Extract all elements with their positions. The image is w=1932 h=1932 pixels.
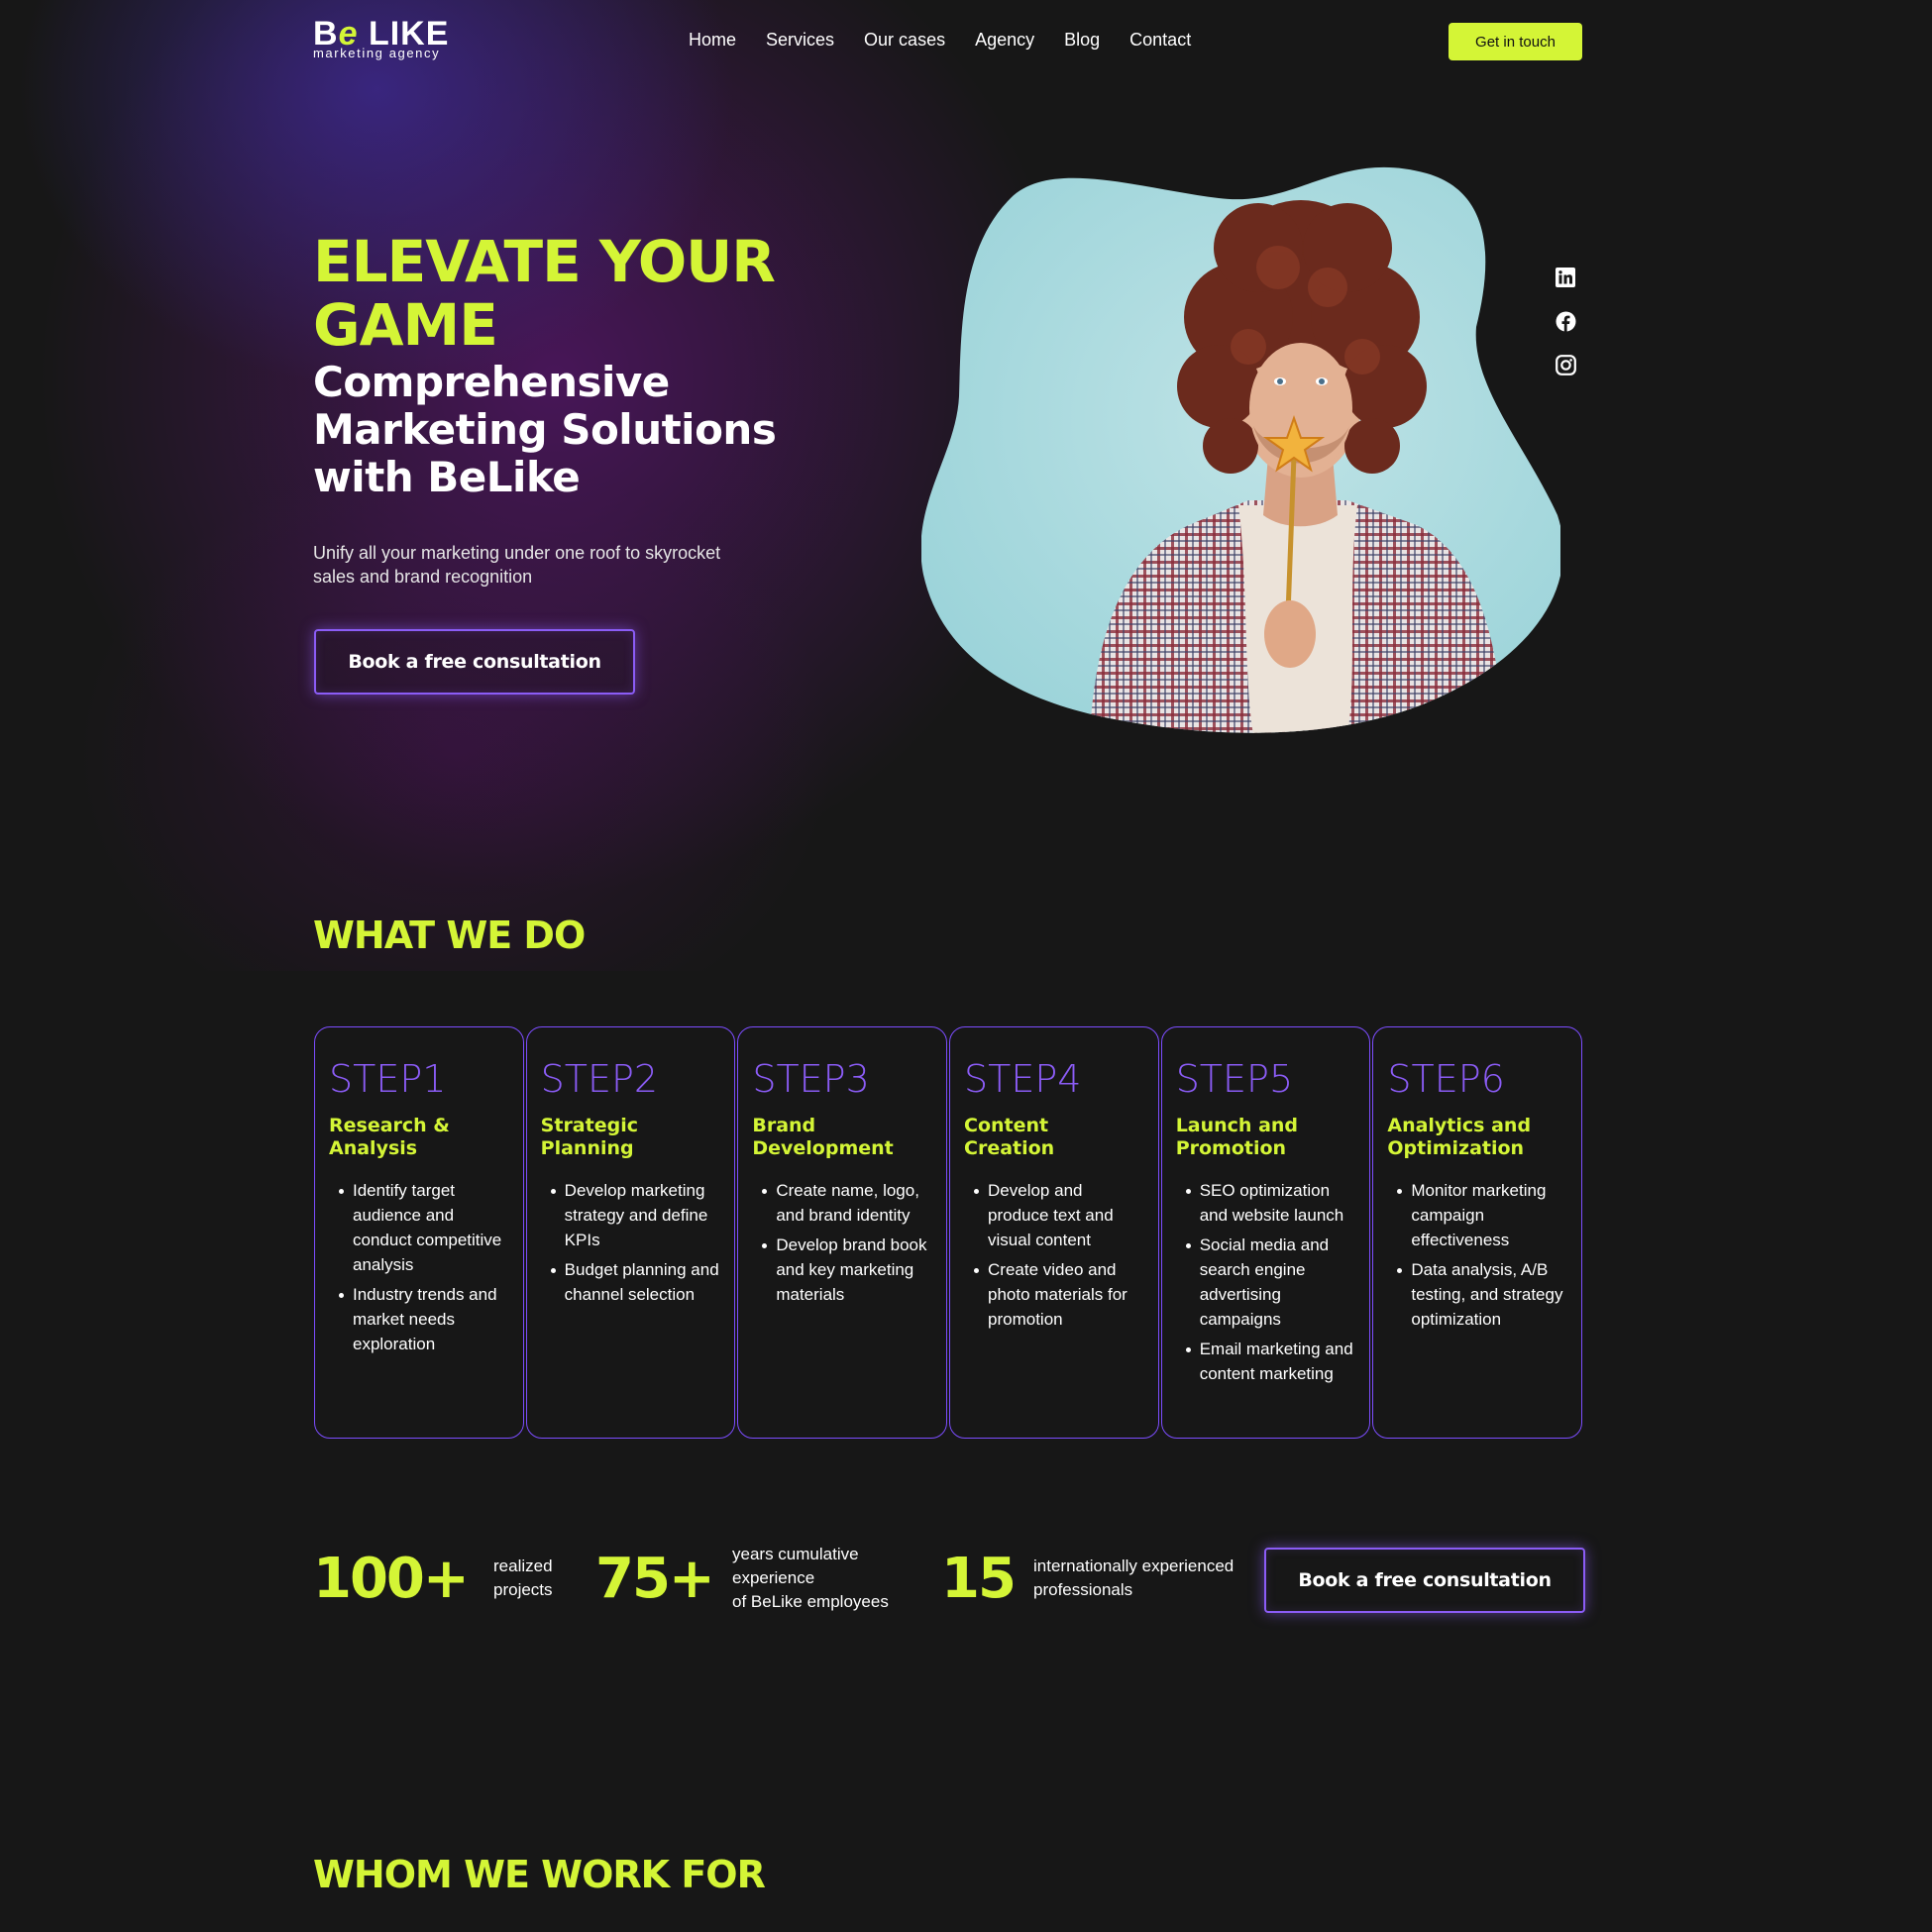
step-title: Analytics and Optimization [1387,1115,1532,1159]
step-bullet: Industry trends and market needs explora… [339,1282,509,1356]
hero-photo [921,166,1560,733]
step-bullet: Identify target audience and conduct com… [339,1178,509,1277]
hero-subtitle: Comprehensive Marketing Solutions with B… [313,358,777,501]
step-card: STEP4 Content Creation Develop and produ… [949,1026,1159,1439]
stat-value-professionals: 15 [941,1547,1017,1611]
stat-label-projects: realized projects [493,1555,553,1602]
hero-title: ELEVATE YOUR GAME [313,228,776,359]
step-bullet: SEO optimization and website launch [1185,1178,1356,1228]
step-card: STEP2 Strategic Planning Develop marketi… [525,1026,736,1439]
step-label: STEP4 [964,1057,1082,1101]
step-bullet: Create name, logo, and brand identity [762,1178,932,1228]
step-label: STEP3 [752,1057,870,1101]
stat-label-line: professionals [1033,1580,1133,1599]
stat-label-line: years cumulative [732,1545,859,1563]
step-label: STEP2 [540,1057,659,1101]
facebook-icon[interactable] [1554,309,1577,333]
stat-value-experience: 75+ [595,1547,715,1611]
stat-label-experience: years cumulative experience of BeLike em… [732,1543,889,1614]
stat-label-line: experience [732,1568,815,1587]
nav-item-home[interactable]: Home [689,30,736,51]
book-consultation-button-secondary[interactable]: Book a free consultation [1264,1548,1585,1613]
step-card: STEP3 Brand Development Create name, log… [737,1026,948,1439]
step-bullet: Develop marketing strategy and define KP… [550,1178,721,1252]
steps-row: STEP1 Research & Analysis Identify targe… [314,1026,1583,1439]
step-card: STEP5 Launch and Promotion SEO optimizat… [1160,1026,1371,1439]
step-bullets: Develop and produce text and visual cont… [964,1178,1144,1332]
hero-description: Unify all your marketing under one roof … [313,543,721,587]
stat-label-line: internationally experienced [1033,1556,1234,1575]
step-bullet: Develop brand book and key marketing mat… [762,1233,932,1307]
step-bullets: Create name, logo, and brand identity De… [752,1178,932,1307]
step-card: STEP6 Analytics and Optimization Monitor… [1372,1026,1583,1439]
step-bullets: Monitor marketing campaign effectiveness… [1387,1178,1567,1332]
stat-value-projects: 100+ [313,1547,470,1611]
social-links [1554,266,1577,376]
linkedin-icon[interactable] [1554,266,1577,289]
step-label: STEP1 [329,1057,447,1101]
main-nav: Home Services Our cases Agency Blog Cont… [689,30,1191,51]
step-bullets: Develop marketing strategy and define KP… [541,1178,721,1307]
step-bullet: Develop and produce text and visual cont… [974,1178,1144,1252]
get-in-touch-button[interactable]: Get in touch [1449,23,1582,60]
brand-tagline: marketing agency [313,46,441,60]
step-title: Launch and Promotion [1175,1115,1299,1159]
step-title: Strategic Planning [540,1115,638,1159]
step-bullet: Create video and photo materials for pro… [974,1257,1144,1332]
step-card: STEP1 Research & Analysis Identify targe… [314,1026,524,1439]
whom-we-work-for-title: WHOM WE WORK FOR [313,1853,766,1896]
stat-label-line: of BeLike employees [732,1592,889,1611]
step-bullet: Monitor marketing campaign effectiveness [1397,1178,1567,1252]
step-label: STEP5 [1175,1057,1294,1101]
stat-label-professionals: internationally experienced professional… [1033,1555,1234,1602]
nav-item-our-cases[interactable]: Our cases [864,30,945,51]
stat-label-line: realized [493,1556,553,1575]
what-we-do-title: WHAT WE DO [313,913,586,957]
step-bullet: Budget planning and channel selection [550,1257,721,1307]
stat-label-line: projects [493,1580,553,1599]
instagram-icon[interactable] [1554,353,1577,376]
step-bullets: SEO optimization and website launch Soci… [1176,1178,1356,1386]
step-bullet: Data analysis, A/B testing, and strategy… [1397,1257,1567,1332]
step-label: STEP6 [1387,1057,1505,1101]
step-bullet: Social media and search engine advertisi… [1185,1233,1356,1332]
step-title: Brand Development [752,1115,894,1159]
step-title: Content Creation [964,1115,1055,1159]
step-bullet: Email marketing and content marketing [1185,1337,1356,1386]
step-title: Research & Analysis [329,1115,450,1159]
step-bullets: Identify target audience and conduct com… [329,1178,509,1356]
book-consultation-button[interactable]: Book a free consultation [314,629,635,695]
nav-item-services[interactable]: Services [766,30,834,51]
nav-item-blog[interactable]: Blog [1064,30,1100,51]
nav-item-agency[interactable]: Agency [975,30,1034,51]
nav-item-contact[interactable]: Contact [1129,30,1191,51]
